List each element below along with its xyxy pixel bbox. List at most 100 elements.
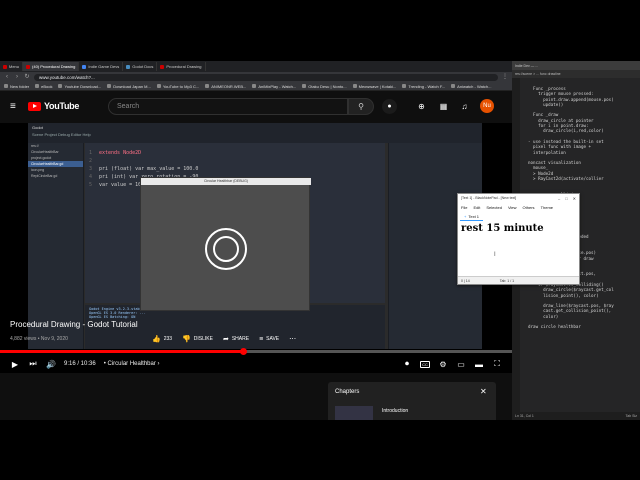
code-line: 3 pri (float) var max_value = 100.0 (89, 166, 199, 172)
bookmark-icon (352, 84, 357, 88)
bookmark[interactable]: Meowwave | Kotaki... (352, 84, 396, 89)
bookmarks-bar: New folder eBook Youtube Download... Dow… (0, 82, 512, 91)
like-button[interactable]: 👍 233 (152, 335, 172, 343)
window-buttons: – □ ✕ (558, 196, 576, 201)
add-tab-icon[interactable]: + (464, 214, 466, 219)
more-button[interactable]: ⋯ (289, 335, 296, 343)
scrubber-handle[interactable] (240, 348, 248, 355)
godot-filesystem-panel: res:// CircularHealthBar project.godot C… (28, 143, 84, 349)
hamburger-menu-icon[interactable]: ≡ (10, 102, 20, 112)
youtube-favicon-icon (26, 64, 31, 69)
bookmark[interactable]: YouTube to Mp3 C... (156, 84, 199, 89)
next-icon[interactable]: ⏭ (28, 359, 38, 369)
video-progress-fill (0, 350, 244, 353)
menu-item-file[interactable]: File (461, 205, 467, 210)
share-button[interactable]: ➦ SHARE (223, 335, 249, 343)
save-button[interactable]: ≡ SAVE (259, 336, 279, 343)
bookmark[interactable]: Aniwatch - Watch... (451, 84, 491, 89)
notepad-titlebar[interactable]: [Text 1] - BlackNotePad - [New text] – □… (458, 194, 579, 202)
video-title: Procedural Drawing - Godot Tutorial (10, 320, 138, 329)
minimize-icon[interactable]: – (558, 196, 560, 201)
menu-item-theme[interactable]: Theme (541, 205, 553, 210)
autoplay-toggle-icon[interactable]: ⏺ (402, 359, 412, 369)
editor-breadcrumb: res://scene > ... func drawline (512, 70, 640, 78)
dislike-button[interactable]: 👎 DISLIKE (182, 335, 213, 343)
share-icon: ➦ (222, 336, 229, 343)
miniplayer-icon[interactable]: ▭ (456, 360, 466, 369)
youtube-logo[interactable]: YouTube (28, 101, 79, 111)
forward-icon[interactable]: › (14, 74, 20, 80)
editor-tabs[interactable]: Indie Dev — ... (512, 61, 640, 70)
browser-tab[interactable]: Menu (0, 62, 24, 71)
godot-menu: Scene Project Debug Editor Help (32, 132, 91, 137)
folder-icon (4, 84, 8, 88)
menu-item-view[interactable]: View (508, 205, 517, 210)
bookmark-icon (107, 84, 112, 88)
bookmark[interactable]: eBook (35, 84, 52, 89)
play-icon[interactable]: ▶ (10, 360, 20, 369)
chapter-label[interactable]: • Circular Healthbar › (104, 361, 160, 367)
notepad-tab[interactable]: + Text 1 (460, 213, 484, 221)
url-input[interactable]: www.youtube.com/watch?... (34, 73, 498, 81)
search-button[interactable]: ⚲ (348, 98, 374, 115)
maximize-icon[interactable]: □ (565, 196, 567, 201)
video-frame[interactable]: Godot Scene Project Debug Editor Help re… (28, 123, 482, 349)
browser-tab[interactable]: Godot Docs (123, 62, 158, 71)
bookmark[interactable]: ANIMEONR.WEB... (205, 84, 246, 89)
chapter-thumbnail[interactable] (335, 406, 373, 420)
thumbs-down-icon: 👎 (182, 336, 191, 343)
code-line: 2 (89, 158, 93, 164)
bookmark-icon (302, 84, 307, 88)
game-debug-window: Circular Healthbar (DEBUG) (140, 177, 311, 311)
volume-icon[interactable]: 🔊 (46, 360, 56, 369)
browser-tab[interactable]: Indie Game Devs (79, 62, 124, 71)
bookmark[interactable]: Youtube Download... (58, 84, 101, 89)
time-display: 9:16 / 10:36 (64, 361, 96, 367)
chapter-item[interactable]: Introduction (382, 408, 408, 414)
notifications-bell-icon[interactable]: ♫ (459, 101, 470, 112)
file-tree-item: ReplCircleBar.gd (31, 174, 58, 178)
settings-gear-icon[interactable]: ⚙ (438, 360, 448, 369)
bookmark-icon (402, 84, 407, 88)
bookmark[interactable]: Download Japan M... (107, 84, 151, 89)
youtube-header: ≡ YouTube Search ⚲ ● ⊕ ▦ ♫ Nu (0, 91, 512, 123)
avatar[interactable]: Nu (480, 99, 494, 113)
browser-tab-active[interactable]: (40) Procedural Drawing (23, 62, 80, 71)
microphone-icon[interactable]: ● (382, 99, 397, 114)
game-window-title: Circular Healthbar (DEBUG) (141, 178, 311, 185)
bookmark[interactable]: AniMixPlay - Watch... (252, 84, 296, 89)
search-input[interactable]: Search (108, 98, 348, 115)
bookmark[interactable]: Otaku Desu | Nonto... (302, 84, 347, 89)
notepad-text-area[interactable]: rest 15 minute (461, 223, 544, 234)
back-icon[interactable]: ‹ (4, 74, 10, 80)
folder-icon (35, 84, 40, 88)
reload-icon[interactable]: ↻ (24, 74, 30, 80)
thumbs-up-icon: 👍 (152, 336, 161, 343)
extensions-icon[interactable]: ⋮ (502, 74, 508, 80)
video-progress-bar[interactable] (0, 348, 512, 355)
address-bar: ‹ › ↻ www.youtube.com/watch?... ⋮ (0, 72, 512, 82)
notepad-menu-bar: File Edit Selected View Others Theme (458, 203, 579, 212)
theater-mode-icon[interactable]: ▬ (474, 360, 484, 369)
close-icon[interactable]: ✕ (480, 387, 487, 396)
fullscreen-icon[interactable]: ⛶ (492, 359, 502, 369)
healthbar-inner-circle (213, 236, 239, 262)
godot-favicon-icon (126, 64, 131, 69)
create-video-icon[interactable]: ⊕ (416, 101, 427, 112)
bookmark[interactable]: New folder (4, 84, 29, 89)
close-icon[interactable]: ✕ (573, 196, 576, 201)
menu-item-others[interactable]: Others (523, 205, 535, 210)
godot-toolbar: Godot Scene Project Debug Editor Help (28, 123, 482, 143)
apps-grid-icon[interactable]: ▦ (438, 101, 449, 112)
youtube-favicon-icon (160, 64, 165, 69)
video-meta: 4,882 views • Nov 9, 2020 (10, 336, 68, 342)
code-line: draw circle healthbar (528, 324, 581, 330)
menu-item-selected[interactable]: Selected (486, 205, 502, 210)
notepad-window: [Text 1] - BlackNotePad - [New text] – □… (457, 193, 580, 285)
site-favicon-icon (82, 64, 87, 69)
video-actions: 👍 233 👎 DISLIKE ➦ SHARE ≡ SAVE ⋯ (152, 335, 296, 344)
bookmark[interactable]: Trending - Watch F... (402, 84, 445, 89)
captions-icon[interactable]: CC (420, 360, 430, 368)
browser-tab[interactable]: Procedural Drawing (157, 62, 206, 71)
menu-item-edit[interactable]: Edit (473, 205, 480, 210)
